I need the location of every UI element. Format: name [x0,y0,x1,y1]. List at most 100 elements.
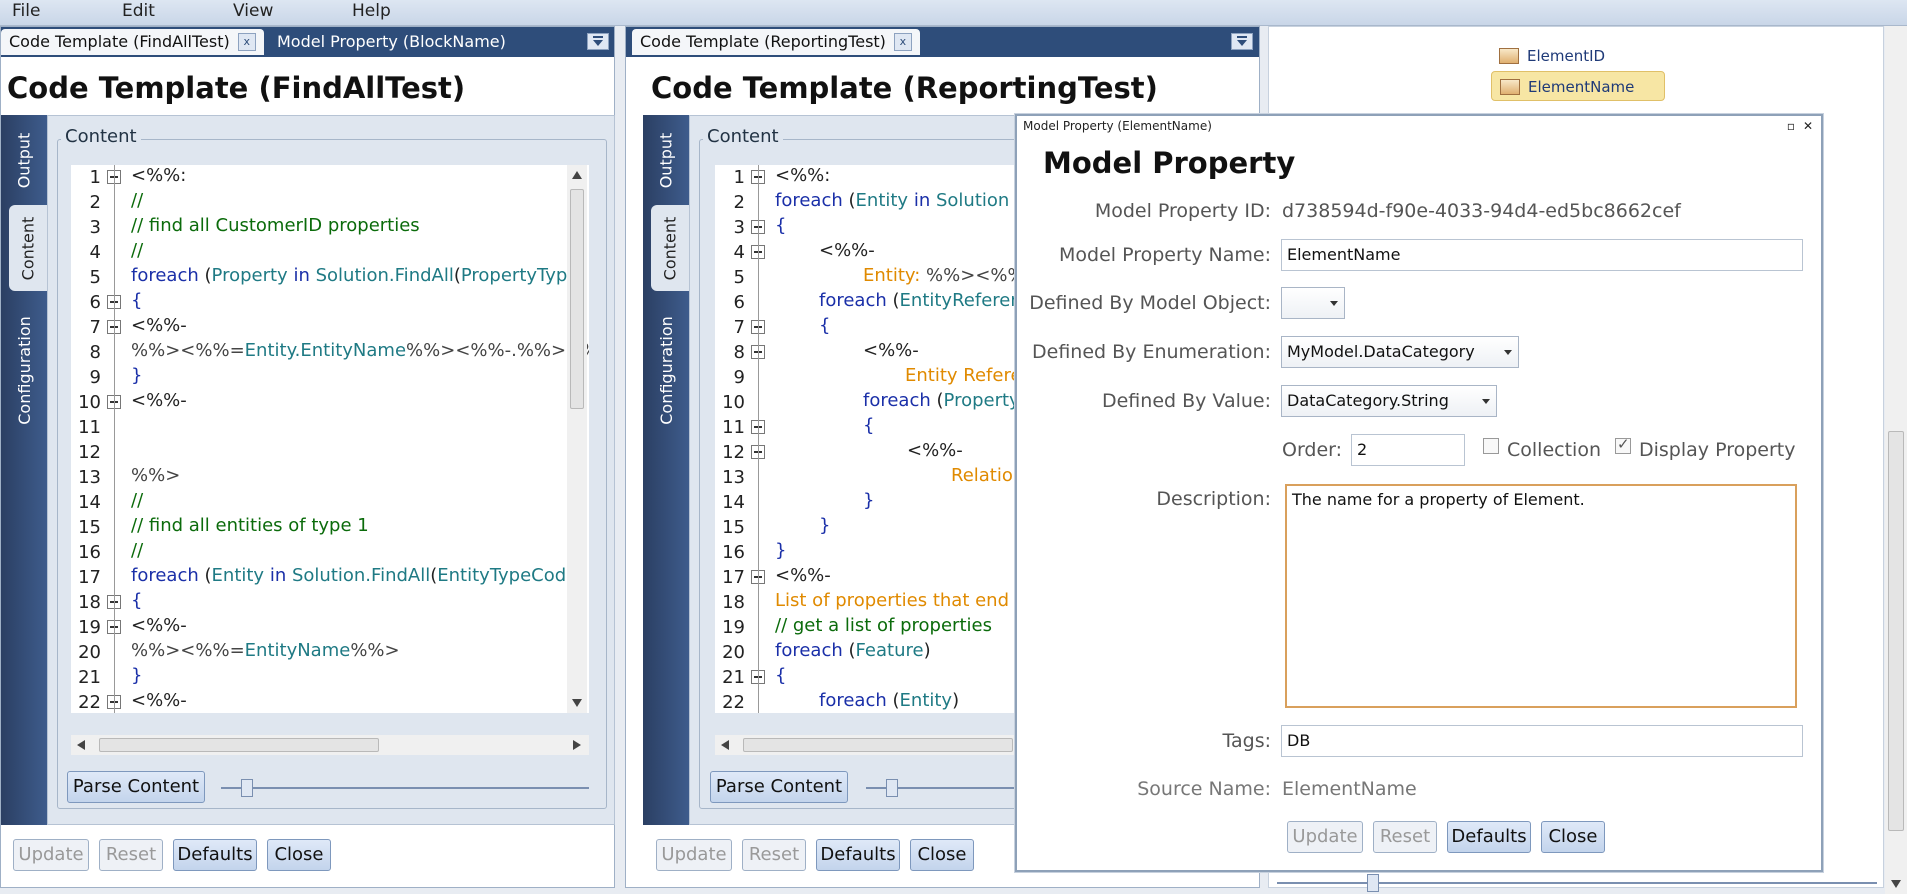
scroll-down-icon[interactable] [1891,880,1901,888]
close-button[interactable]: Close [267,839,331,871]
zoom-slider[interactable] [221,779,589,797]
property-icon [1499,48,1519,64]
model-property-dialog: Model Property (ElementName) ▫ ✕ Model P… [1015,114,1823,872]
line-number: 6 [733,292,745,313]
vtab-configuration[interactable]: Configuration [647,305,685,435]
line-number: 9 [89,367,101,388]
update-button[interactable]: Update [656,839,732,871]
line-number: 6 [89,292,101,313]
line-number: 22 [722,692,745,713]
scroll-up-icon[interactable] [572,171,582,179]
vtab-output[interactable]: Output [5,125,43,195]
tab-blockname[interactable]: Model Property (BlockName) [269,29,514,55]
scroll-thumb[interactable] [1888,431,1904,831]
parse-content-button[interactable]: Parse Content [710,771,848,803]
tab-dropdown-icon[interactable] [1231,33,1253,50]
tree-item-elementid[interactable]: ElementID [1491,41,1605,71]
scroll-left-icon[interactable] [721,740,729,750]
scroll-thumb[interactable] [99,738,379,752]
tags-field[interactable]: DB [1281,725,1803,757]
scroll-right-icon[interactable] [573,740,581,750]
code-editor[interactable]: 1234567891011121314151617181920212223 <%… [71,165,589,713]
close-button[interactable]: Close [910,839,974,871]
close-tab-icon[interactable]: x [893,33,912,51]
menu-file[interactable]: File [12,1,40,21]
menu-view[interactable]: View [233,1,273,21]
vtab-label: Output [14,132,34,188]
model-object-select[interactable] [1281,287,1345,319]
defaults-button[interactable]: Defaults [173,839,257,871]
update-button[interactable]: Update [1287,821,1363,853]
tree-item-elementname[interactable]: ElementName [1491,71,1665,101]
update-button[interactable]: Update [13,839,89,871]
content-group-label: Content [703,126,783,147]
middle-tab-strip: Code Template (ReportingTest) x [626,27,1259,57]
reset-button[interactable]: Reset [742,839,806,871]
line-number: 16 [78,542,101,563]
middle-code-hscrollbar[interactable] [715,735,1015,755]
line-number: 18 [722,592,745,613]
menu-help[interactable]: Help [352,1,391,21]
right-vscrollbar[interactable] [1885,26,1907,894]
line-number: 19 [722,617,745,638]
left-document-panel: Code Template (FindAllTest) x Model Prope… [0,26,615,888]
defaults-button[interactable]: Defaults [1447,821,1531,853]
tab-findalltest[interactable]: Code Template (FindAllTest) x [1,29,264,55]
reset-button[interactable]: Reset [99,839,163,871]
left-code-vscrollbar[interactable] [567,165,587,713]
tab-reportingtest[interactable]: Code Template (ReportingTest) x [632,29,920,55]
zoom-slider[interactable] [866,779,1016,797]
tab-label: Code Template (ReportingTest) [640,32,886,51]
scroll-down-icon[interactable] [572,699,582,707]
line-number: 4 [89,242,101,263]
property-id-label: Model Property ID: [1094,200,1271,222]
line-number: 10 [78,392,101,413]
scroll-thumb[interactable] [570,189,584,409]
enumeration-select[interactable]: MyModel.DataCategory [1281,336,1519,368]
line-number: 11 [78,417,101,438]
vtab-configuration[interactable]: Configuration [5,305,43,435]
collection-checkbox[interactable] [1483,438,1499,454]
line-number: 20 [722,642,745,663]
scroll-left-icon[interactable] [77,740,85,750]
property-name-field[interactable]: ElementName [1281,239,1803,271]
vtab-label: Content [18,216,38,280]
display-property-checkbox[interactable] [1615,435,1631,454]
line-number: 10 [722,392,745,413]
line-number: 1 [733,167,745,188]
vtab-label: Configuration [656,315,676,425]
enumeration-label: Defined By Enumeration: [1032,341,1271,363]
property-name-label: Model Property Name: [1059,244,1271,266]
vtab-content[interactable]: Content [651,205,689,291]
tab-dropdown-icon[interactable] [587,33,609,50]
defined-value-select[interactable]: DataCategory.String [1281,385,1497,417]
code-editor[interactable]: 1234567891011121314151617181920212223 <%… [715,165,1015,713]
line-number: 17 [722,567,745,588]
tree-zoom-slider[interactable] [1277,874,1877,892]
restore-icon[interactable]: ▫ [1787,119,1795,133]
content-group-label: Content [61,126,141,147]
slider-knob[interactable] [1367,874,1379,892]
slider-knob[interactable] [886,779,898,797]
slider-knob[interactable] [241,779,253,797]
dialog-window-title: Model Property (ElementName) [1023,119,1212,133]
close-icon[interactable]: ✕ [1803,119,1813,133]
left-code-hscrollbar[interactable] [71,735,589,755]
defaults-button[interactable]: Defaults [816,839,900,871]
vtab-content[interactable]: Content [9,205,47,291]
dialog-heading: Model Property [1043,146,1296,180]
order-field[interactable]: 2 [1351,434,1465,466]
close-tab-icon[interactable]: x [237,33,256,51]
description-field[interactable]: The name for a property of Element. [1285,484,1797,708]
close-button[interactable]: Close [1541,821,1605,853]
menu-edit[interactable]: Edit [122,1,155,21]
parse-content-button[interactable]: Parse Content [67,771,205,803]
reset-button[interactable]: Reset [1373,821,1437,853]
property-icon [1500,79,1520,95]
vtab-label: Content [660,216,680,280]
vtab-output[interactable]: Output [647,125,685,195]
line-number: 5 [733,267,745,288]
description-label: Description: [1156,488,1271,510]
display-property-label: Display Property [1639,439,1796,461]
scroll-thumb[interactable] [743,738,1013,752]
